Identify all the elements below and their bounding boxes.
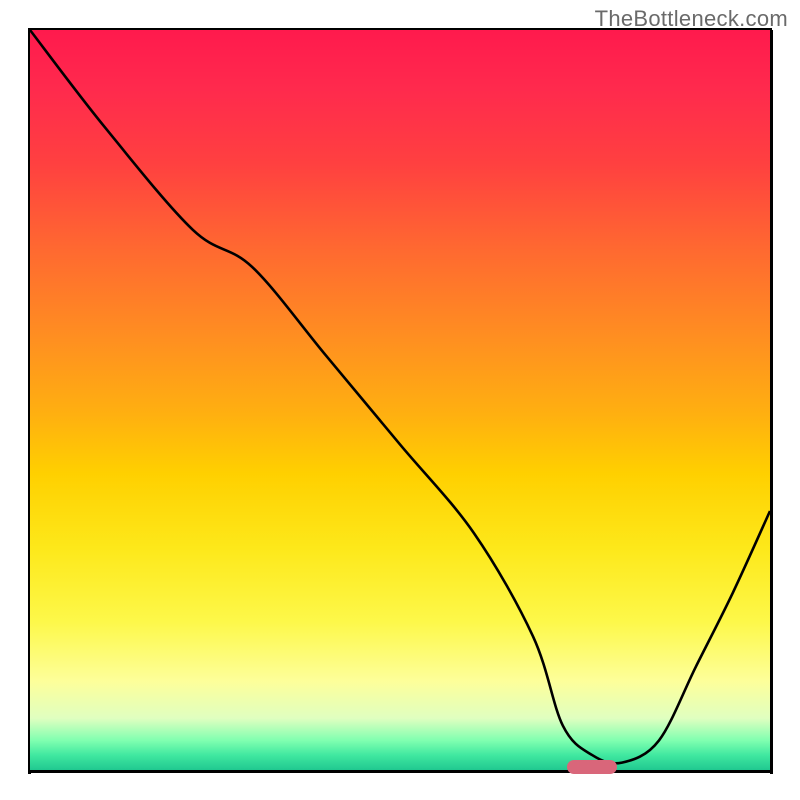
chart-plot-area	[30, 30, 770, 770]
optimal-point-marker	[567, 760, 617, 774]
chart-curve-svg	[30, 30, 770, 770]
axis-bottom-border	[28, 770, 772, 773]
bottleneck-curve	[30, 30, 770, 763]
axis-right-border	[770, 30, 773, 774]
